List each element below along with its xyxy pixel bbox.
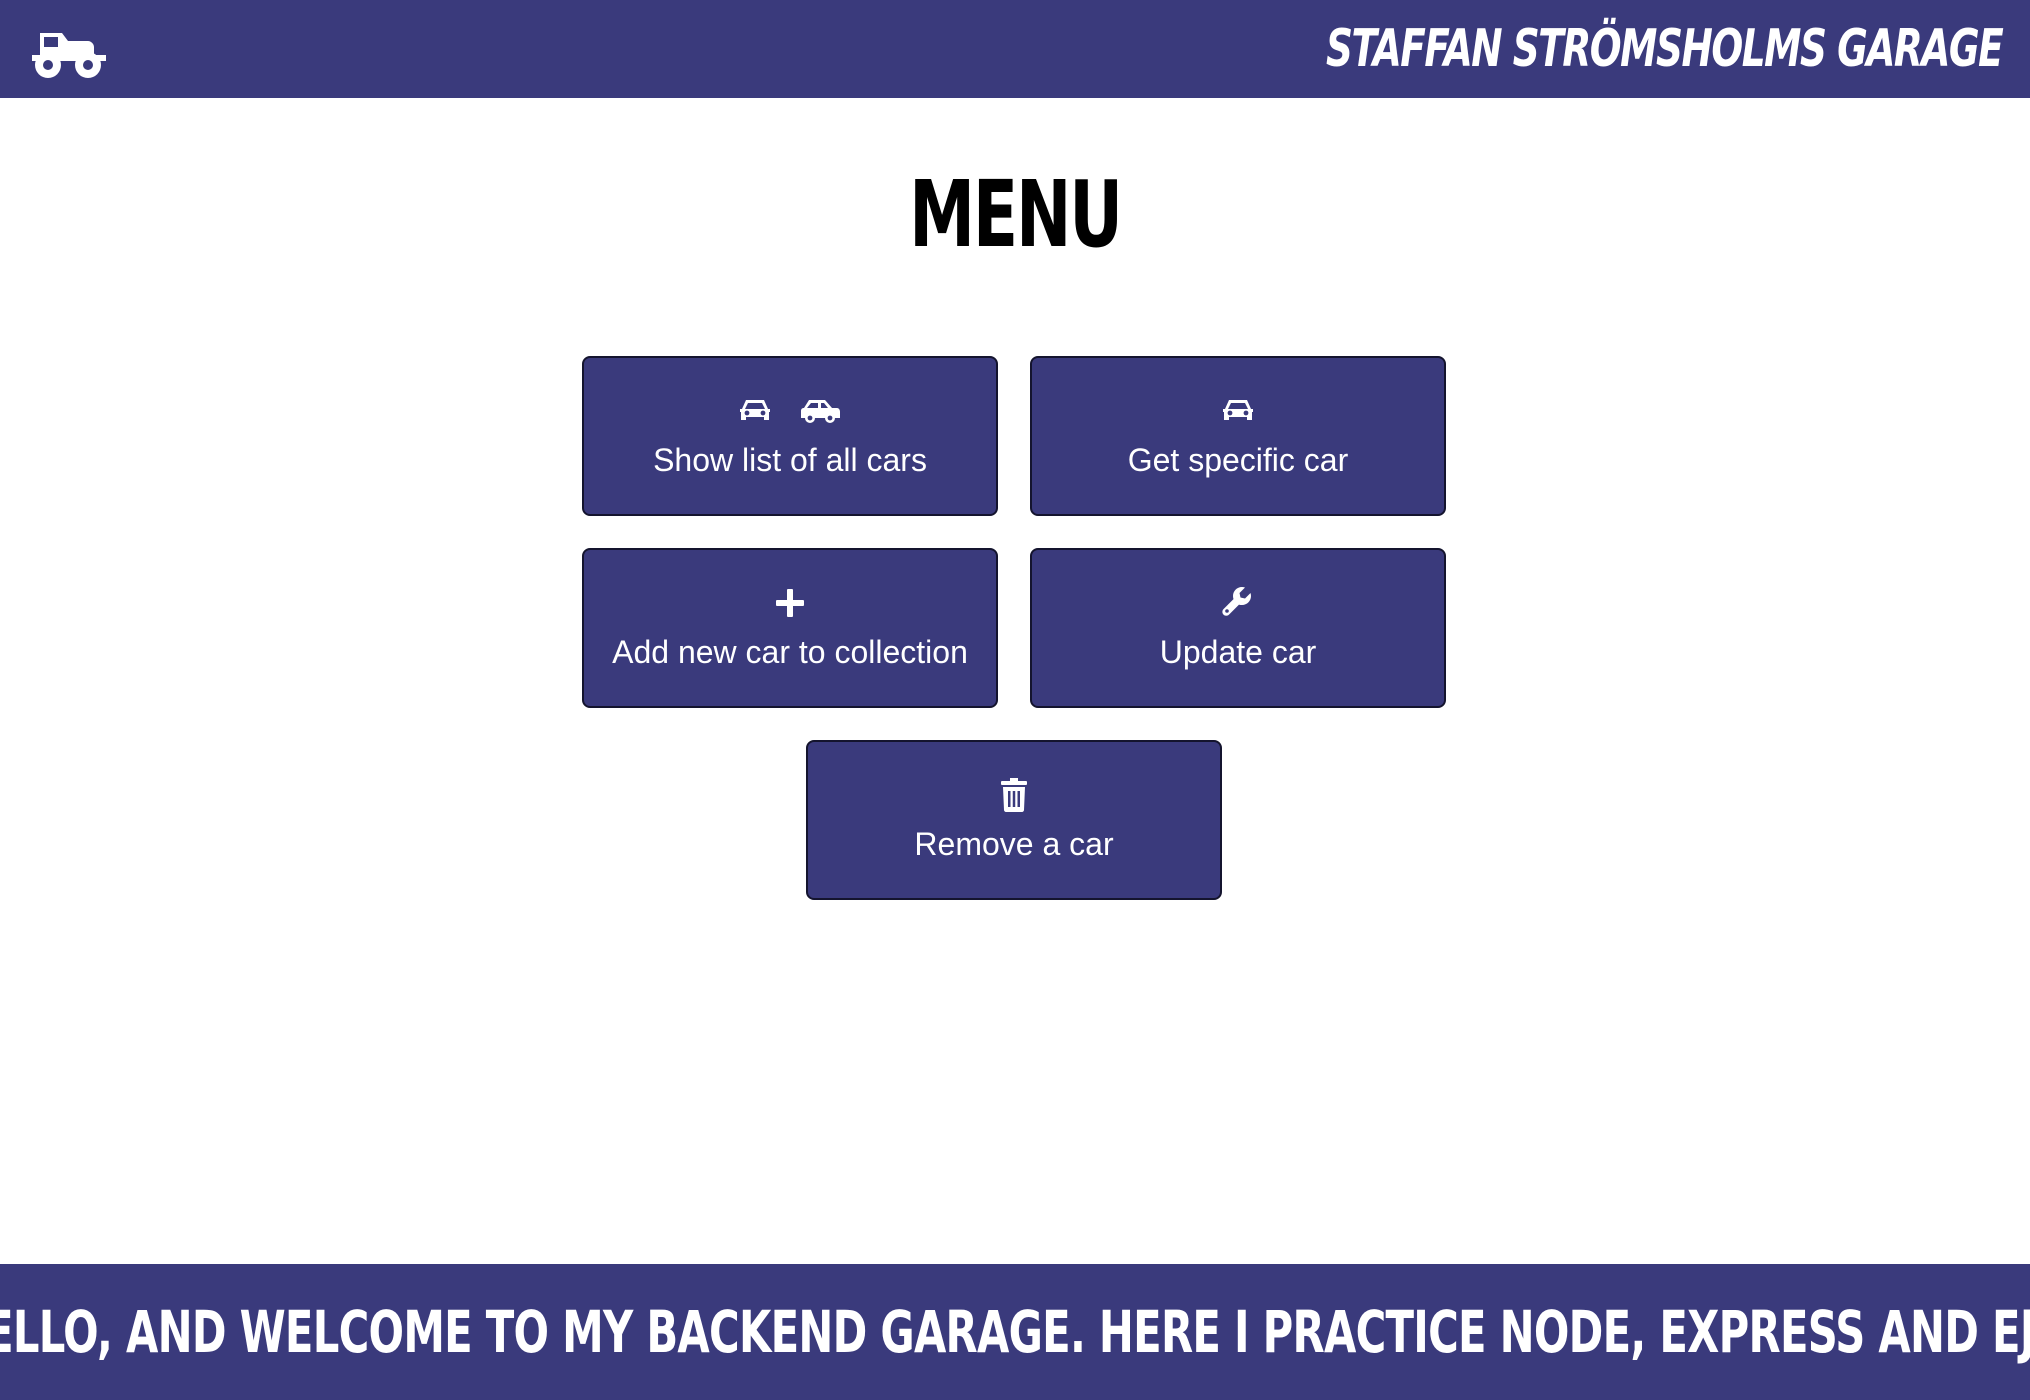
page-title: MENU	[0, 165, 2030, 265]
button-label: Update car	[1159, 634, 1317, 670]
add-car-button[interactable]: Add new car to collection	[582, 548, 998, 708]
wrench-icon	[1222, 587, 1251, 616]
car-side-icon	[801, 400, 840, 423]
site-header: STAFFAN STRÖMSHOLMS GARAGE	[0, 0, 2030, 98]
trash-icon	[1001, 778, 1027, 812]
home-logo-link[interactable]	[28, 19, 110, 79]
button-icons	[775, 586, 805, 620]
show-all-cars-button[interactable]: Show list of all cars	[582, 356, 998, 516]
button-label: Show list of all cars	[653, 442, 927, 478]
button-icons	[1222, 394, 1254, 428]
button-icons	[1000, 778, 1028, 812]
get-specific-car-button[interactable]: Get specific car	[1030, 356, 1446, 516]
site-footer: HELLO, AND WELCOME TO MY BACKEND GARAGE.…	[0, 1264, 2030, 1400]
button-icons	[739, 394, 841, 428]
site-title: STAFFAN STRÖMSHOLMS GARAGE	[1325, 19, 2004, 79]
button-label: Get specific car	[1127, 442, 1349, 478]
button-label: Remove a car	[914, 826, 1114, 862]
remove-car-button[interactable]: Remove a car	[806, 740, 1222, 900]
update-car-button[interactable]: Update car	[1030, 548, 1446, 708]
car-front-icon	[1223, 400, 1253, 420]
plus-icon	[776, 589, 804, 617]
page-title-text: MENU	[909, 161, 1123, 268]
button-label: Add new car to collection	[612, 634, 968, 670]
welcome-message: HELLO, AND WELCOME TO MY BACKEND GARAGE.…	[0, 1298, 2030, 1366]
monster-truck-icon	[32, 33, 106, 78]
button-icons	[1222, 586, 1254, 620]
car-front-icon	[740, 400, 770, 420]
